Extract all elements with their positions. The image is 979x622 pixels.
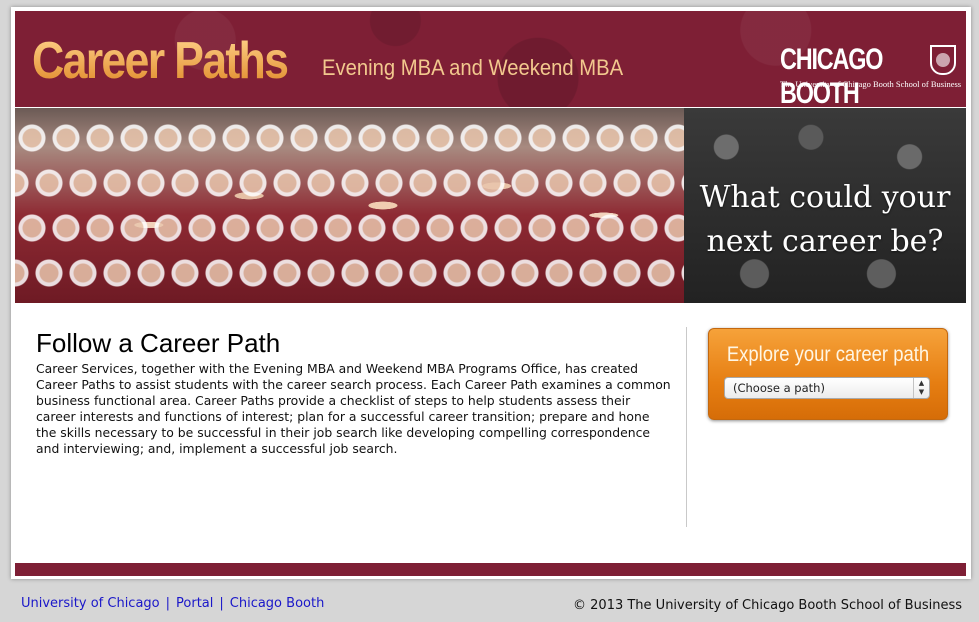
page-frame: Career Paths Evening MBA and Weekend MBA… [11,7,971,579]
hero-question-line1: What could your [699,180,951,215]
photo-crowd-row [15,208,684,248]
column-divider [686,327,687,527]
students-crowd-photo [15,108,684,303]
page-heading: Follow a Career Path [36,328,281,358]
header-banner: Career Paths Evening MBA and Weekend MBA… [15,11,966,107]
hero-question-line2: next career be? [706,224,944,259]
photo-crowd-row [15,118,684,158]
link-separator: | [165,596,171,611]
career-path-select[interactable]: (Choose a path) ▲ ▼ [724,377,930,399]
explore-label: Explore your career path [726,343,930,366]
booth-logo-word: CHICAGO BOOTH [780,43,883,107]
career-path-select-value: (Choose a path) [733,381,825,395]
intro-paragraph: Career Services, together with the Eveni… [36,361,671,456]
hero-question: What could your next career be? [684,176,966,264]
photo-crowd-row [15,163,684,203]
hero-question-panel: What could your next career be? [684,108,966,303]
footer-bar [15,563,966,576]
chicago-booth-logo[interactable]: CHICAGO BOOTH The University of Chicago … [780,43,961,107]
booth-logo-tagline: The University of Chicago Booth School o… [780,79,962,89]
footer-links: University of Chicago | Portal | Chicago Boo… [21,596,324,612]
shield-icon [930,45,956,75]
link-separator: | [219,596,224,611]
select-arrows-icon: ▲ ▼ [913,378,929,398]
site-subtitle: Evening MBA and Weekend MBA [322,55,624,80]
site-title[interactable]: Career Paths [32,35,289,87]
link-portal[interactable]: Portal [176,596,213,611]
photo-crowd-row [15,253,684,293]
copyright-text: © 2013 The University of Chicago Booth S… [573,598,962,613]
explore-career-panel: Explore your career path (Choose a path)… [708,328,948,420]
link-chicago-booth[interactable]: Chicago Booth [230,596,325,611]
link-university-of-chicago[interactable]: University of Chicago [21,596,160,611]
